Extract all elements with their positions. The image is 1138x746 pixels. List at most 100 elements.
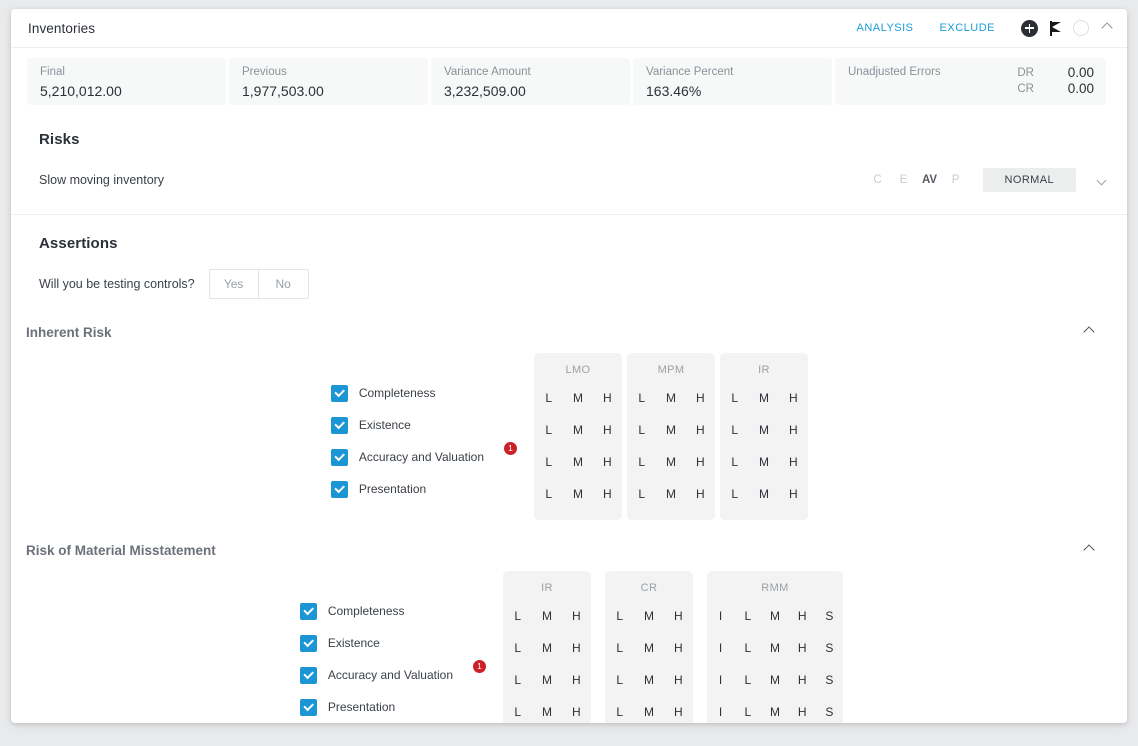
- grid-cell-m[interactable]: M: [634, 673, 663, 687]
- grid-cell-l[interactable]: L: [720, 423, 749, 437]
- grid-cell-m[interactable]: M: [634, 609, 663, 623]
- grid-cell-l[interactable]: L: [534, 455, 563, 469]
- grid-cell-m[interactable]: M: [761, 641, 788, 655]
- grid-cell-m[interactable]: M: [761, 609, 788, 623]
- grid-cell-l[interactable]: L: [627, 391, 656, 405]
- assertion-checkbox[interactable]: [300, 635, 317, 652]
- grid-cell-m[interactable]: M: [563, 455, 592, 469]
- grid-cell-m[interactable]: M: [656, 391, 685, 405]
- grid-cell-h[interactable]: H: [664, 705, 693, 719]
- grid-cell-i[interactable]: I: [707, 705, 734, 719]
- grid-cell-l[interactable]: L: [605, 705, 634, 719]
- grid-cell-h[interactable]: H: [664, 673, 693, 687]
- assertion-checkbox[interactable]: [331, 385, 348, 402]
- exclude-link[interactable]: EXCLUDE: [940, 22, 995, 34]
- grid-cell-l[interactable]: L: [534, 423, 563, 437]
- grid-cell-h[interactable]: H: [593, 455, 622, 469]
- grid-cell-l[interactable]: L: [534, 487, 563, 501]
- grid-cell-l[interactable]: L: [534, 391, 563, 405]
- grid-cell-m[interactable]: M: [761, 673, 788, 687]
- no-button[interactable]: No: [259, 269, 309, 299]
- grid-cell-m[interactable]: M: [761, 705, 788, 719]
- grid-cell-s[interactable]: S: [816, 673, 843, 687]
- risk-status-badge[interactable]: NORMAL: [983, 168, 1076, 192]
- grid-cell-s[interactable]: S: [816, 705, 843, 719]
- grid-cell-h[interactable]: H: [779, 391, 808, 405]
- grid-cell-s[interactable]: S: [816, 609, 843, 623]
- grid-cell-m[interactable]: M: [749, 391, 778, 405]
- assertion-checkbox[interactable]: [300, 699, 317, 716]
- grid-cell-h[interactable]: H: [593, 391, 622, 405]
- grid-cell-m[interactable]: M: [563, 423, 592, 437]
- grid-cell-i[interactable]: I: [707, 609, 734, 623]
- risk-expand-chevron-icon[interactable]: [1098, 171, 1105, 189]
- grid-cell-h[interactable]: H: [562, 641, 591, 655]
- assertion-checkbox[interactable]: [331, 417, 348, 434]
- grid-cell-m[interactable]: M: [749, 487, 778, 501]
- assertion-checkbox[interactable]: [331, 449, 348, 466]
- grid-cell-l[interactable]: L: [627, 487, 656, 501]
- analysis-link[interactable]: ANALYSIS: [857, 22, 914, 34]
- grid-cell-l[interactable]: L: [734, 641, 761, 655]
- risk-letter-p[interactable]: P: [943, 174, 969, 186]
- grid-cell-m[interactable]: M: [563, 391, 592, 405]
- risk-letter-e[interactable]: E: [891, 174, 917, 186]
- grid-cell-s[interactable]: S: [816, 641, 843, 655]
- grid-cell-m[interactable]: M: [634, 705, 663, 719]
- grid-cell-l[interactable]: L: [605, 609, 634, 623]
- grid-cell-i[interactable]: I: [707, 673, 734, 687]
- grid-cell-m[interactable]: M: [532, 705, 561, 719]
- grid-cell-m[interactable]: M: [656, 423, 685, 437]
- grid-cell-m[interactable]: M: [532, 609, 561, 623]
- grid-cell-l[interactable]: L: [734, 673, 761, 687]
- grid-cell-h[interactable]: H: [664, 641, 693, 655]
- grid-cell-h[interactable]: H: [562, 673, 591, 687]
- grid-cell-m[interactable]: M: [563, 487, 592, 501]
- risk-letter-c[interactable]: C: [865, 174, 891, 186]
- grid-cell-h[interactable]: H: [686, 423, 715, 437]
- grid-cell-l[interactable]: L: [627, 423, 656, 437]
- grid-cell-h[interactable]: H: [686, 391, 715, 405]
- grid-cell-m[interactable]: M: [532, 641, 561, 655]
- grid-cell-h[interactable]: H: [593, 487, 622, 501]
- grid-cell-h[interactable]: H: [686, 487, 715, 501]
- grid-cell-l[interactable]: L: [627, 455, 656, 469]
- grid-cell-l[interactable]: L: [720, 455, 749, 469]
- grid-cell-h[interactable]: H: [779, 423, 808, 437]
- grid-cell-m[interactable]: M: [749, 423, 778, 437]
- grid-cell-h[interactable]: H: [562, 609, 591, 623]
- add-icon[interactable]: [1021, 20, 1038, 37]
- status-circle-icon[interactable]: [1073, 20, 1089, 36]
- grid-cell-l[interactable]: L: [605, 641, 634, 655]
- grid-cell-l[interactable]: L: [503, 705, 532, 719]
- grid-cell-h[interactable]: H: [789, 673, 816, 687]
- grid-cell-h[interactable]: H: [789, 609, 816, 623]
- grid-cell-l[interactable]: L: [503, 609, 532, 623]
- grid-cell-h[interactable]: H: [779, 455, 808, 469]
- assertion-checkbox[interactable]: [331, 481, 348, 498]
- grid-cell-m[interactable]: M: [634, 641, 663, 655]
- grid-cell-m[interactable]: M: [749, 455, 778, 469]
- grid-cell-m[interactable]: M: [656, 455, 685, 469]
- grid-cell-h[interactable]: H: [664, 609, 693, 623]
- flag-icon[interactable]: [1050, 20, 1064, 37]
- grid-cell-h[interactable]: H: [779, 487, 808, 501]
- grid-cell-m[interactable]: M: [656, 487, 685, 501]
- grid-cell-l[interactable]: L: [720, 487, 749, 501]
- grid-cell-m[interactable]: M: [532, 673, 561, 687]
- collapse-chevron-icon[interactable]: [1103, 19, 1111, 37]
- grid-cell-l[interactable]: L: [503, 673, 532, 687]
- grid-cell-h[interactable]: H: [562, 705, 591, 719]
- rmm-collapse-chevron-icon[interactable]: [1085, 541, 1093, 559]
- assertion-checkbox[interactable]: [300, 603, 317, 620]
- grid-cell-l[interactable]: L: [734, 705, 761, 719]
- grid-cell-l[interactable]: L: [720, 391, 749, 405]
- grid-cell-h[interactable]: H: [789, 641, 816, 655]
- inherent-risk-collapse-chevron-icon[interactable]: [1085, 323, 1093, 341]
- yes-button[interactable]: Yes: [209, 269, 259, 299]
- grid-cell-h[interactable]: H: [593, 423, 622, 437]
- grid-cell-i[interactable]: I: [707, 641, 734, 655]
- grid-cell-l[interactable]: L: [503, 641, 532, 655]
- assertion-checkbox[interactable]: [300, 667, 317, 684]
- grid-cell-l[interactable]: L: [734, 609, 761, 623]
